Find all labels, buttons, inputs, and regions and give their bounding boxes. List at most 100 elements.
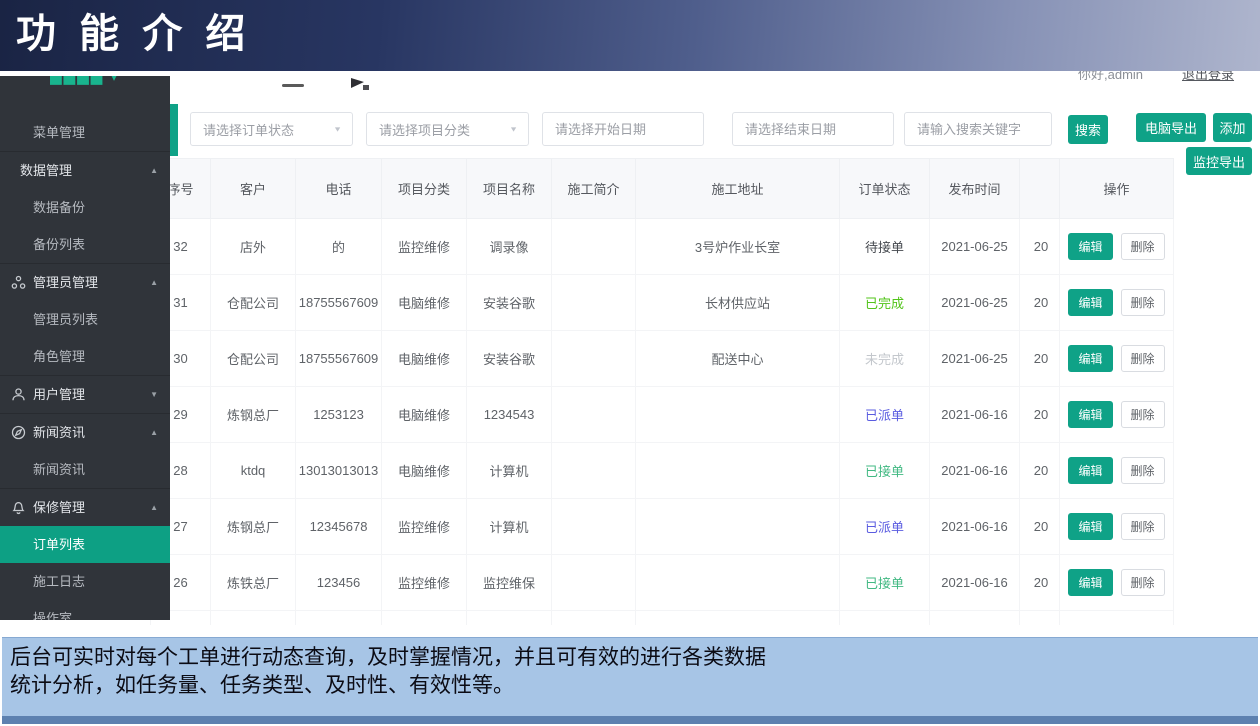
address-cell <box>636 443 840 499</box>
sidebar-item-user-management[interactable]: 用户管理▼ <box>0 375 170 413</box>
edit-button[interactable]: 编辑 <box>1068 289 1112 316</box>
delete-button[interactable]: 删除 <box>1121 289 1165 316</box>
flag-icon[interactable] <box>350 77 370 93</box>
publish-date-cell: 2021-06-16 <box>930 387 1020 443</box>
sidebar-item-admin-management[interactable]: 管理员管理▲ <box>0 263 170 301</box>
edit-button[interactable]: 编辑 <box>1068 401 1112 428</box>
column-header <box>1020 159 1060 219</box>
brief-cell <box>552 387 636 443</box>
project-category-select[interactable]: 请选择项目分类 ▼ <box>366 112 529 146</box>
publish-date-cell: 2021-06-25 <box>930 219 1020 275</box>
keyword-search-input[interactable] <box>904 112 1052 146</box>
slide-title-banner: 功 能 介 绍 <box>0 0 1260 71</box>
order-status-select[interactable]: 请选择订单状态 ▼ <box>190 112 353 146</box>
search-button[interactable]: 搜索 <box>1068 115 1108 144</box>
clipped-time-cell: 20 <box>1020 555 1060 611</box>
delete-button[interactable]: 删除 <box>1121 233 1165 260</box>
user-icon <box>11 387 26 402</box>
clipped-time-cell: 20 <box>1020 331 1060 387</box>
page-title: 功 能 介 绍 <box>16 4 251 64</box>
delete-button[interactable]: 删除 <box>1121 569 1165 596</box>
sidebar-item-label: 施工日志 <box>33 574 85 589</box>
phone-cell: 123456 <box>296 555 382 611</box>
edit-button[interactable]: 编辑 <box>1068 345 1112 372</box>
sidebar-item-admin-list[interactable]: 管理员列表 <box>0 301 170 338</box>
column-header: 订单状态 <box>840 159 930 219</box>
compass-icon <box>11 425 26 440</box>
status-cell: 待接单 <box>840 219 930 275</box>
caption-line-2: 统计分析，如任务量、任务类型、及时性、有效性等。 <box>10 672 1258 700</box>
sidebar-item-construction-log[interactable]: 施工日志 <box>0 563 170 600</box>
export-monitor-button[interactable]: 监控导出 <box>1186 147 1252 175</box>
sidebar-item-order-list[interactable]: 订单列表 <box>0 526 170 563</box>
publish-date-cell: 2021-06-25 <box>930 275 1020 331</box>
chevron-up-icon: ▲ <box>150 414 158 451</box>
sidebar-item-news[interactable]: 新闻资讯▲ <box>0 413 170 451</box>
actions-cell: 编辑删除 <box>1060 443 1174 499</box>
bell-icon <box>11 500 26 515</box>
chevron-down-icon: ▼ <box>509 125 518 133</box>
address-cell <box>636 387 840 443</box>
edit-button[interactable]: 编辑 <box>1068 513 1112 540</box>
sidebar-item-label: 管理员列表 <box>33 312 98 327</box>
category-cell: 电脑维修 <box>382 387 467 443</box>
brief-cell <box>552 443 636 499</box>
column-header: 发布时间 <box>930 159 1020 219</box>
sidebar-item-label: 数据管理 <box>20 163 72 178</box>
address-cell <box>636 555 840 611</box>
project-name-cell: 监控维保 <box>467 555 552 611</box>
add-button[interactable]: 添加 <box>1213 113 1252 142</box>
sidebar-item-label: 菜单管理 <box>33 125 85 140</box>
sidebar-item-label: 订单列表 <box>33 537 85 552</box>
category-cell: 电脑维修 <box>382 611 467 626</box>
chevron-up-icon: ▲ <box>150 152 158 189</box>
actions-cell: 编辑删除 <box>1060 611 1174 626</box>
table-row: 28ktdq13013013013电脑维修计算机已接单2021-06-1620编… <box>151 443 1174 499</box>
delete-button[interactable]: 删除 <box>1121 401 1165 428</box>
category-cell: 电脑维修 <box>382 331 467 387</box>
sidebar-item-news-list[interactable]: 新闻资讯 <box>0 451 170 488</box>
start-date-input[interactable] <box>542 112 704 146</box>
sidebar-item-role-management[interactable]: 角色管理 <box>0 338 170 375</box>
logout-link[interactable]: 退出登录 <box>1182 71 1252 89</box>
chevron-up-icon: ▲ <box>150 489 158 526</box>
publish-date-cell: 2021-06-15 <box>930 611 1020 626</box>
sidebar-item-repair-management[interactable]: 保修管理▲ <box>0 488 170 526</box>
sidebar-menu: 菜单管理数据管理▲数据备份备份列表管理员管理▲管理员列表角色管理用户管理▼新闻资… <box>0 114 170 620</box>
sidebar-item-data-backup[interactable]: 数据备份 <box>0 189 170 226</box>
sidebar-item-label: 数据备份 <box>33 200 85 215</box>
clipped-time-cell: 20 <box>1020 611 1060 626</box>
collapse-menu-icon[interactable] <box>282 84 304 87</box>
export-pc-button[interactable]: 电脑导出 <box>1136 113 1206 142</box>
delete-button[interactable]: 删除 <box>1121 513 1165 540</box>
project-name-cell: 计算机 <box>467 443 552 499</box>
brief-cell <box>552 555 636 611</box>
column-header: 操作 <box>1060 159 1174 219</box>
sidebar-item-data-management[interactable]: 数据管理 ▲ <box>0 151 170 189</box>
sidebar-item-operation-room[interactable]: 操作室 <box>0 600 170 620</box>
address-cell: 炼铁总厂2分厂3车间 <box>636 611 840 626</box>
delete-button[interactable]: 删除 <box>1121 345 1165 372</box>
sidebar-item-menu-management[interactable]: 菜单管理 <box>0 114 170 151</box>
edit-button[interactable]: 编辑 <box>1068 569 1112 596</box>
table-header-row: 序号客户电话项目分类项目名称施工简介施工地址订单状态发布时间操作 <box>151 159 1174 219</box>
delete-button[interactable]: 删除 <box>1121 457 1165 484</box>
address-cell: 3号炉作业长室 <box>636 219 840 275</box>
caption-line-1: 后台可实时对每个工单进行动态查询，及时掌握情况，并且可有效的进行各类数据 <box>10 644 1258 672</box>
table-row: 30仓配公司18755567609电脑维修安装谷歌配送中心未完成2021-06-… <box>151 331 1174 387</box>
end-date-input[interactable] <box>732 112 894 146</box>
edit-button[interactable]: 编辑 <box>1068 457 1112 484</box>
publish-date-cell: 2021-06-16 <box>930 499 1020 555</box>
sidebar-item-backup-list[interactable]: 备份列表 <box>0 226 170 263</box>
category-cell: 电脑维修 <box>382 275 467 331</box>
phone-cell: 1253123 <box>296 387 382 443</box>
address-cell: 配送中心 <box>636 331 840 387</box>
greeting-text: 你好,admin <box>1078 71 1168 89</box>
sidebar-logo-fragment: ▇▇▇▇ ▾ <box>50 76 160 89</box>
status-badge: 未完成 <box>865 352 904 367</box>
status-cell: 施工中 <box>840 611 930 626</box>
chevron-down-icon: ▼ <box>150 376 158 413</box>
table-row: 31仓配公司18755567609电脑维修安装谷歌长材供应站已完成2021-06… <box>151 275 1174 331</box>
edit-button[interactable]: 编辑 <box>1068 233 1112 260</box>
table-row: 29炼钢总厂1253123电脑维修1234543已派单2021-06-1620编… <box>151 387 1174 443</box>
